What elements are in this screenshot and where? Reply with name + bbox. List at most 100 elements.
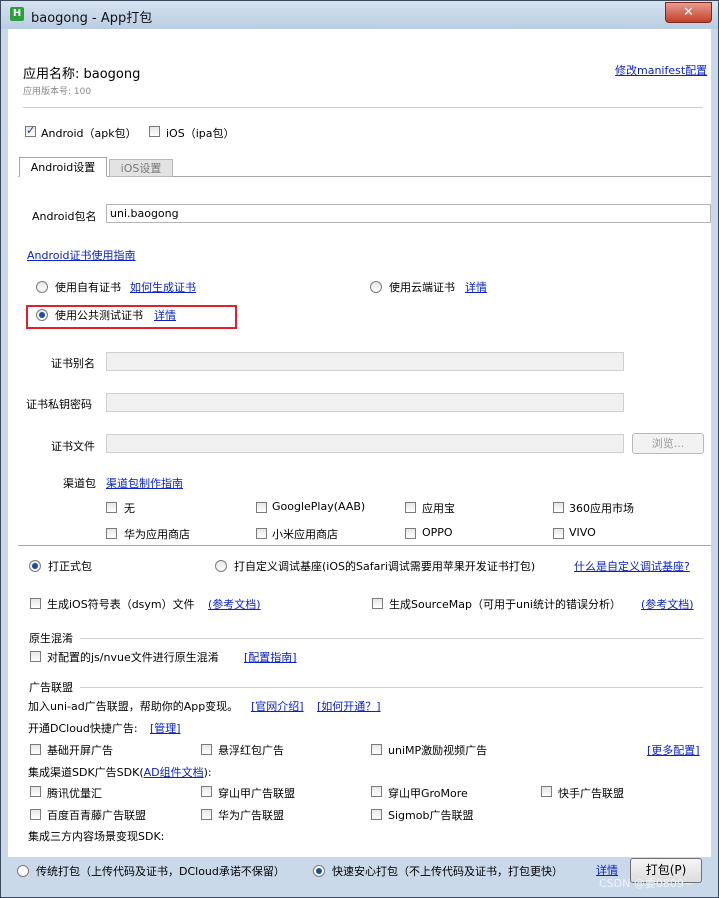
android-package-label: Android包名 — [32, 210, 97, 223]
sdk-gromore-label: 穿山甲GroMore — [388, 787, 468, 800]
tab-android-settings[interactable]: Android设置 — [19, 157, 107, 177]
android-platform-checkbox[interactable] — [25, 124, 36, 137]
sourcemap-checkbox[interactable] — [372, 598, 383, 609]
channel-xiaomi-label: 小米应用商店 — [272, 528, 338, 541]
cert-alias-label: 证书别名 — [51, 357, 95, 370]
sdk-huawei-checkbox[interactable] — [201, 809, 212, 820]
ads-more-config-link[interactable]: [更多配置] — [647, 742, 700, 758]
ads-intro-text: 加入uni-ad广告联盟，帮助你的App变现。 — [28, 700, 239, 713]
window-title: baogong - App打包 — [31, 11, 153, 26]
ad-component-doc-link[interactable]: AD组件文档 — [144, 766, 204, 779]
channel-huawei-checkbox[interactable] — [106, 528, 117, 539]
modify-manifest-link[interactable]: 修改manifest配置 — [615, 62, 707, 78]
sdk-tencent-label: 腾讯优量汇 — [47, 787, 102, 800]
cert-password-label: 证书私钥密码 — [26, 398, 92, 411]
dialog-client-area: 应用名称: baogong 应用版本号: 100 修改manifest配置 An… — [8, 29, 711, 857]
cert-file-label: 证书文件 — [51, 440, 95, 453]
cert-alias-input[interactable] — [106, 352, 624, 371]
sdk-gromore-checkbox[interactable] — [371, 786, 382, 797]
channel-none-label: 无 — [124, 502, 135, 515]
cert-cloud-radio[interactable] — [370, 281, 382, 293]
channel-label: 渠道包 — [63, 477, 96, 490]
sdk-tencent-checkbox[interactable] — [30, 786, 41, 797]
channel-huawei-label: 华为应用商店 — [124, 528, 190, 541]
close-button[interactable]: ✕ — [665, 2, 712, 23]
build-formal-label: 打正式包 — [48, 560, 92, 573]
cert-public-label: 使用公共测试证书 — [55, 309, 143, 322]
ads-official-intro-link[interactable]: [官网介绍] — [251, 698, 304, 714]
csdn-watermark: CSDN @要0809~ — [599, 877, 694, 890]
ad-unimp-video-checkbox[interactable] — [371, 744, 382, 755]
sdk-ads-label-prefix: 集成渠道SDK广告SDK( — [28, 766, 144, 779]
channel-oppo-label: OPPO — [422, 526, 453, 539]
dsym-label: 生成iOS符号表（dsym）文件 — [47, 598, 195, 611]
channel-vivo-checkbox[interactable] — [553, 528, 564, 539]
traditional-pack-radio[interactable] — [17, 865, 29, 877]
ads-how-to-open-link[interactable]: [如何开通？] — [317, 698, 381, 714]
ad-splash-checkbox[interactable] — [30, 744, 41, 755]
channel-guide-link[interactable]: 渠道包制作指南 — [106, 475, 183, 491]
channel-yingyongbao-checkbox[interactable] — [405, 502, 416, 513]
channel-vivo-label: VIVO — [569, 526, 596, 539]
build-formal-radio[interactable] — [29, 560, 41, 572]
sdk-baidu-label: 百度百青藤广告联盟 — [47, 809, 146, 822]
right-edge-frame — [711, 29, 718, 857]
title-bar: H baogong - App打包 ✕ — [1, 1, 718, 29]
hbuilder-app-icon: H — [10, 7, 24, 21]
android-cert-guide-link[interactable]: Android证书使用指南 — [27, 247, 136, 263]
cert-password-input[interactable] — [106, 393, 624, 412]
obfuscation-checkbox[interactable] — [30, 651, 41, 662]
header-divider — [23, 107, 703, 108]
channel-360-label: 360应用市场 — [569, 502, 634, 515]
channel-googleplay-checkbox[interactable] — [256, 502, 267, 513]
dsym-checkbox[interactable] — [30, 598, 41, 609]
build-custom-base-label: 打自定义调试基座(iOS的Safari调试需要用苹果开发证书打包) — [234, 560, 536, 573]
ad-redpacket-checkbox[interactable] — [201, 744, 212, 755]
cert-file-input[interactable] — [106, 434, 624, 453]
cert-own-label: 使用自有证书 — [55, 281, 121, 294]
custom-base-help-link[interactable]: 什么是自定义调试基座? — [574, 558, 690, 574]
channel-360-checkbox[interactable] — [553, 502, 564, 513]
obfuscation-guide-link[interactable]: [配置指南] — [244, 649, 297, 665]
sourcemap-label: 生成SourceMap（可用于uni统计的错误分析） — [389, 598, 621, 611]
sourcemap-doc-link[interactable]: (参考文档) — [641, 596, 694, 612]
channel-oppo-checkbox[interactable] — [405, 528, 416, 539]
sdk-pangle-checkbox[interactable] — [201, 786, 212, 797]
third-party-sdk-label: 集成三方内容场景变现SDK: — [28, 830, 165, 843]
cert-public-detail-link[interactable]: 详情 — [154, 307, 176, 323]
sdk-kuaishou-checkbox[interactable] — [541, 786, 552, 797]
traditional-pack-label: 传统打包（上传代码及证书，DCloud承诺不保留） — [36, 865, 285, 878]
sdk-ads-label-suffix: ): — [203, 766, 212, 779]
app-version-label: 应用版本号: 100 — [23, 87, 92, 97]
dcloud-ads-label: 开通DCloud快捷广告: — [28, 722, 138, 735]
ios-platform-checkbox[interactable] — [149, 126, 160, 137]
cert-cloud-detail-link[interactable]: 详情 — [465, 279, 487, 295]
sdk-pangle-label: 穿山甲广告联盟 — [218, 787, 295, 800]
sdk-kuaishou-label: 快手广告联盟 — [558, 787, 624, 800]
browse-button[interactable]: 浏览... — [632, 433, 704, 454]
channel-xiaomi-checkbox[interactable] — [256, 528, 267, 539]
channel-none-checkbox[interactable] — [106, 502, 117, 513]
dcloud-ads-manage-link[interactable]: [管理] — [150, 720, 181, 736]
sdk-baidu-checkbox[interactable] — [30, 809, 41, 820]
ads-group-line — [80, 687, 703, 688]
dsym-doc-link[interactable]: (参考文档) — [208, 596, 261, 612]
build-custom-base-radio[interactable] — [215, 560, 227, 572]
android-package-input[interactable]: uni.baogong — [106, 204, 711, 223]
sdk-sigmob-checkbox[interactable] — [371, 809, 382, 820]
ad-splash-label: 基础开屏广告 — [47, 744, 113, 757]
fast-pack-radio[interactable] — [313, 865, 325, 877]
sdk-ads-label: 集成渠道SDK广告SDK(AD组件文档): — [28, 764, 212, 780]
app-pack-window: H baogong - App打包 ✕ 应用名称: baogong 应用版本号:… — [0, 0, 719, 898]
cert-own-radio[interactable] — [36, 281, 48, 293]
tab-ios-settings[interactable]: iOS设置 — [109, 159, 173, 177]
channel-googleplay-label: GooglePlay(AAB) — [272, 500, 366, 513]
cert-public-radio[interactable] — [36, 309, 48, 321]
app-name-label: 应用名称: baogong — [23, 67, 141, 82]
ad-redpacket-label: 悬浮红包广告 — [218, 744, 284, 757]
android-platform-label: Android（apk包） — [41, 127, 137, 140]
cert-own-how-link[interactable]: 如何生成证书 — [130, 279, 196, 295]
ios-platform-label: iOS（ipa包） — [166, 127, 235, 140]
sdk-sigmob-label: Sigmob广告联盟 — [388, 809, 474, 822]
obfuscation-group-title: 原生混淆 — [29, 632, 73, 645]
